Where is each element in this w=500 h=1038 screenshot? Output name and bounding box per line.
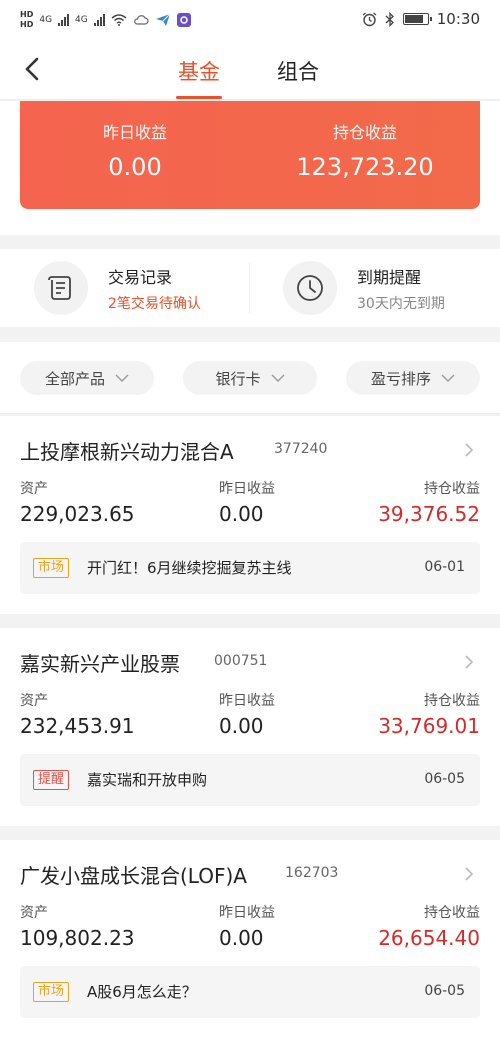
yesterday-earnings-value: 0.00	[219, 502, 264, 526]
holding-earnings-value: 123,723.20	[296, 153, 434, 181]
signal-icon	[58, 14, 70, 26]
transaction-records-button[interactable]: 交易记录 2笔交易待确认	[34, 261, 201, 315]
news-text: A股6月怎么走？	[87, 983, 197, 1001]
bluetooth-icon	[385, 11, 394, 27]
yesterday-earnings-label: 昨日收益	[219, 693, 275, 709]
chevron-right-icon	[465, 655, 474, 669]
earnings-summary-card: 昨日收益 0.00 持仓收益 123,723.20	[20, 101, 480, 209]
yesterday-earnings-value: 0.00	[108, 153, 162, 181]
yesterday-earnings-value: 0.00	[219, 926, 264, 950]
yesterday-earnings-value: 0.00	[219, 714, 264, 738]
yesterday-earnings-label: 昨日收益	[219, 481, 275, 497]
alarm-icon	[362, 11, 377, 26]
holding-earnings-value: 33,769.01	[378, 714, 480, 738]
fund-card[interactable]: 嘉实新兴产业股票 000751 资产 昨日收益 持仓收益 232,453.91 …	[0, 628, 500, 826]
transaction-records-title: 交易记录	[108, 267, 173, 287]
chevron-down-icon	[115, 374, 129, 382]
holding-earnings-label: 持仓收益	[424, 693, 480, 709]
news-date: 06-05	[424, 983, 465, 999]
quick-actions: 交易记录 2笔交易待确认 到期提醒 30天内无到期	[0, 249, 500, 327]
fund-news[interactable]: 市场 开门红！6月继续挖掘复苏主线 06-01	[20, 542, 480, 594]
news-tag: 市场	[33, 558, 70, 578]
status-bar-right: 10:30	[362, 10, 480, 28]
fund-news[interactable]: 提醒 嘉实瑞和开放申购 06-05	[20, 754, 480, 806]
filter-bank-card-label: 银行卡	[215, 369, 261, 388]
assets-value: 109,802.23	[20, 926, 135, 950]
holding-earnings-label: 持仓收益	[424, 905, 480, 921]
filter-bar: 全部产品 银行卡 盈亏排序	[0, 342, 500, 414]
network-type-label: 4G	[39, 15, 53, 25]
holding-earnings: 持仓收益 123,723.20	[250, 119, 480, 181]
status-bar: HD HD 4G 4G 10:30	[0, 0, 500, 40]
holding-earnings-label: 持仓收益	[332, 123, 397, 142]
filter-bank-card[interactable]: 银行卡	[183, 361, 317, 395]
assets-value: 232,453.91	[20, 714, 135, 738]
fund-code: 377240	[274, 441, 328, 457]
filter-profit-sort-label: 盈亏排序	[370, 369, 431, 388]
status-bar-left: HD HD 4G 4G	[20, 8, 191, 32]
chevron-right-icon	[465, 443, 474, 457]
news-tag: 提醒	[33, 770, 70, 790]
filter-all-products[interactable]: 全部产品	[20, 361, 154, 395]
fund-name: 广发小盘成长混合(LOF)A	[20, 864, 247, 888]
top-nav: 基金 组合	[0, 40, 500, 100]
maturity-reminder-title: 到期提醒	[357, 267, 422, 287]
app-notification-icon	[176, 13, 191, 27]
back-button[interactable]	[18, 54, 48, 84]
yesterday-earnings-label: 昨日收益	[102, 123, 167, 142]
news-date: 06-05	[424, 771, 465, 787]
chevron-down-icon	[441, 374, 455, 382]
filter-profit-sort[interactable]: 盈亏排序	[346, 361, 480, 395]
holding-earnings-value: 39,376.52	[378, 502, 480, 526]
divider	[249, 263, 250, 313]
clock-icon	[283, 261, 337, 315]
clock-time: 10:30	[436, 10, 480, 28]
assets-label: 资产	[20, 693, 48, 709]
assets-label: 资产	[20, 481, 48, 497]
news-text: 嘉实瑞和开放申购	[87, 771, 208, 789]
yesterday-earnings: 昨日收益 0.00	[20, 119, 250, 181]
filter-all-products-label: 全部产品	[44, 369, 105, 388]
network-type-label-2: 4G	[75, 15, 88, 25]
paper-plane-icon	[155, 13, 171, 26]
maturity-status-text: 30天内无到期	[357, 295, 445, 312]
fund-code: 162703	[285, 865, 339, 881]
summary-section: 昨日收益 0.00 持仓收益 123,723.20	[0, 101, 500, 235]
hd-indicator: HD HD	[20, 10, 34, 29]
chevron-down-icon	[271, 374, 284, 382]
news-tag: 市场	[33, 982, 70, 1002]
tab-fund[interactable]: 基金	[176, 56, 222, 99]
pending-transactions-text: 2笔交易待确认	[108, 295, 201, 312]
document-icon	[34, 261, 88, 315]
holding-earnings-label: 持仓收益	[424, 481, 480, 497]
wifi-icon	[111, 14, 127, 26]
holding-earnings-value: 26,654.40	[378, 926, 480, 950]
assets-label: 资产	[20, 905, 48, 921]
news-text: 开门红！6月继续挖掘复苏主线	[87, 559, 292, 577]
fund-card[interactable]: 广发小盘成长混合(LOF)A 162703 资产 昨日收益 持仓收益 109,8…	[0, 840, 500, 1038]
chevron-right-icon	[465, 867, 474, 881]
yesterday-earnings-label: 昨日收益	[219, 905, 275, 921]
fund-name: 上投摩根新兴动力混合A	[20, 440, 234, 464]
tab-portfolio[interactable]: 组合	[277, 56, 319, 86]
maturity-reminder-button[interactable]: 到期提醒 30天内无到期	[283, 261, 445, 315]
news-date: 06-01	[424, 559, 465, 575]
assets-value: 229,023.65	[20, 502, 135, 526]
chevron-left-icon	[25, 57, 39, 81]
fund-card[interactable]: 上投摩根新兴动力混合A 377240 资产 昨日收益 持仓收益 229,023.…	[0, 416, 500, 614]
battery-icon	[402, 13, 432, 25]
cloud-icon	[133, 15, 149, 25]
fund-name: 嘉实新兴产业股票	[20, 652, 180, 676]
fund-code: 000751	[214, 653, 268, 669]
signal-icon-2	[93, 14, 105, 26]
fund-news[interactable]: 市场 A股6月怎么走？ 06-05	[20, 966, 480, 1018]
